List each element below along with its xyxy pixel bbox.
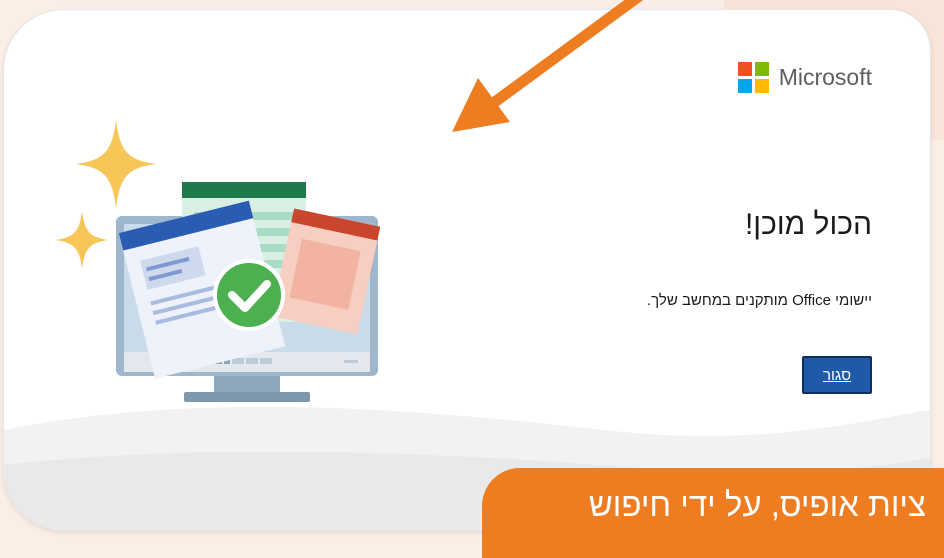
arrow-icon <box>452 0 644 132</box>
caption-banner: ציות אופיס, על ידי חיפוש <box>482 468 944 558</box>
banner-text: ציות אופיס, על ידי חיפוש <box>588 486 926 523</box>
